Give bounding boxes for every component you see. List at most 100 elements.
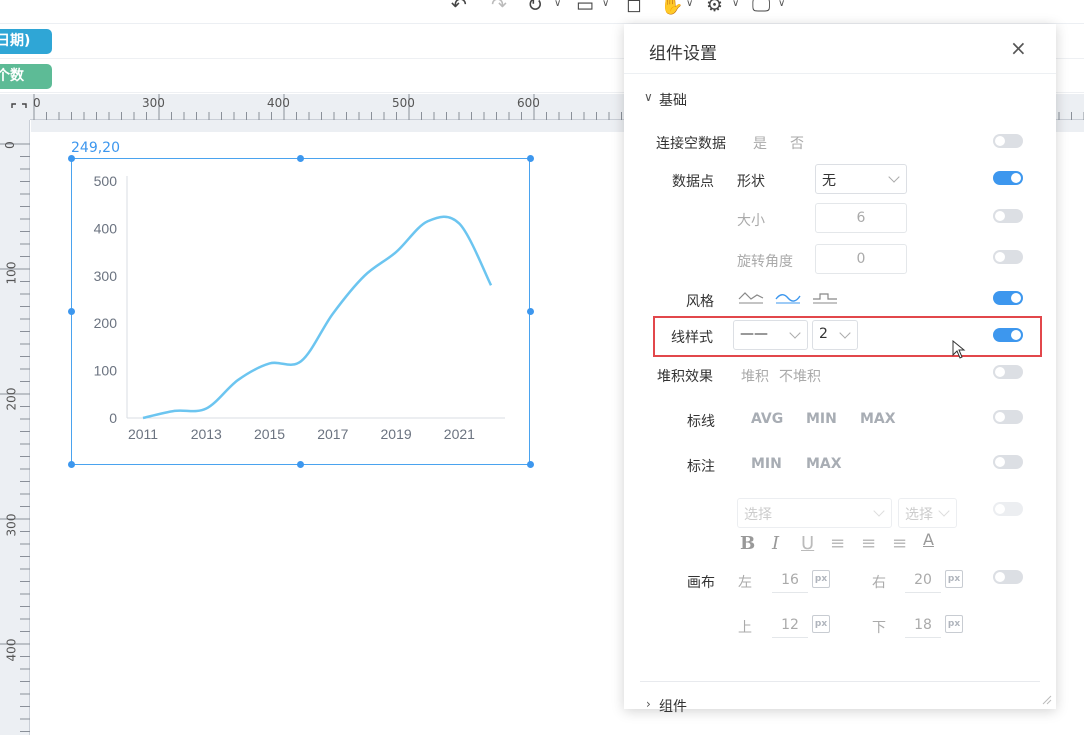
padding-left-input[interactable]: 16 (772, 567, 808, 593)
stack-toggle[interactable] (993, 365, 1023, 379)
ruler-vertical[interactable]: 0 100 200 300 400 (0, 120, 30, 735)
data-point-toggle[interactable] (993, 171, 1023, 185)
font-family-select[interactable]: 选择 (737, 498, 892, 528)
resize-handle[interactable] (297, 461, 304, 468)
field-chip-date[interactable]: 日期) (0, 29, 52, 54)
close-icon[interactable]: × (1010, 36, 1027, 60)
panel-header: 组件设置 × (624, 24, 1056, 74)
save-icon[interactable]: ▭ (576, 0, 594, 16)
padding-top-input[interactable]: 12 (772, 612, 808, 638)
font-family-placeholder: 选择 (744, 507, 772, 523)
line-type-select[interactable]: —— (733, 320, 808, 350)
section-component[interactable]: 组件 (659, 696, 687, 716)
toolbar: ↶ ↷ ↻ ∨ ▭ ∨ ◻ ✋ ∨ ⚙ ∨ 🖵 ∨ (0, 0, 1084, 24)
resize-handle[interactable] (527, 155, 534, 162)
mark-point-min-button[interactable]: MIN (751, 456, 782, 472)
line-style-toggle[interactable] (993, 328, 1023, 342)
mark-line-toggle[interactable] (993, 410, 1023, 424)
resize-handle[interactable] (527, 461, 534, 468)
refresh-icon[interactable]: ↻ (527, 0, 543, 16)
chevron-down-icon[interactable]: ∨ (686, 0, 693, 9)
ruler-corner[interactable] (0, 94, 30, 120)
style-label: 风格 (686, 294, 714, 310)
underline-button[interactable]: U (801, 533, 814, 554)
mark-line-avg-button[interactable]: AVG (751, 411, 783, 427)
rotate-toggle[interactable] (993, 250, 1023, 264)
align-left-button[interactable]: ≡ (830, 533, 845, 554)
chevron-down-icon[interactable]: ∨ (602, 0, 609, 9)
ruler-label: 200 (4, 387, 19, 411)
option-yes[interactable]: 是 (753, 133, 767, 153)
ruler-label: 300 (142, 96, 165, 110)
ruler-label: 400 (267, 96, 290, 110)
undo-icon[interactable]: ↶ (451, 0, 467, 16)
style-smooth-icon[interactable] (775, 289, 801, 305)
style-step-icon[interactable] (812, 289, 838, 305)
italic-button[interactable]: I (772, 533, 779, 554)
chevron-down-icon (873, 505, 885, 517)
preview-icon[interactable]: ◻ (626, 0, 642, 16)
chevron-down-icon[interactable]: ∨ (644, 90, 653, 104)
rotate-label: 旋转角度 (737, 254, 793, 270)
x-tick-label: 2019 (381, 426, 412, 442)
chevron-down-icon[interactable]: ∨ (554, 0, 561, 9)
x-tick-label: 2021 (444, 426, 475, 442)
chevron-down-icon[interactable]: ∨ (732, 0, 739, 9)
x-tick-label: 2017 (317, 426, 348, 442)
align-right-button[interactable]: ≡ (892, 533, 907, 554)
mark-point-toggle[interactable] (993, 455, 1023, 469)
resize-handle[interactable] (297, 155, 304, 162)
stack-label: 堆积效果 (657, 369, 713, 385)
resize-grip-icon[interactable] (1042, 695, 1052, 705)
option-stack[interactable]: 堆积 (741, 366, 769, 386)
font-color-button[interactable]: A (923, 530, 934, 549)
section-basic[interactable]: 基础 (659, 90, 687, 110)
line-style-label: 线样式 (671, 330, 713, 346)
ruler-label: 0 (33, 96, 41, 110)
chevron-down-icon[interactable]: ∨ (778, 0, 785, 9)
ruler-label: 300 (4, 513, 19, 537)
padding-bottom-input[interactable]: 18 (905, 612, 941, 638)
padding-bottom-label: 下 (872, 620, 886, 636)
ruler-label: 100 (4, 261, 19, 285)
y-tick-label: 0 (109, 410, 117, 426)
padding-right-input[interactable]: 20 (905, 567, 941, 593)
resize-handle[interactable] (68, 461, 75, 468)
y-tick-label: 400 (94, 220, 118, 236)
resize-handle[interactable] (68, 308, 75, 315)
ruler-label: 0 (2, 141, 17, 149)
mark-line-max-button[interactable]: MAX (860, 411, 896, 427)
chevron-down-icon (789, 327, 801, 339)
line-width-select[interactable]: 2 (812, 320, 858, 350)
size-toggle[interactable] (993, 209, 1023, 223)
shape-select-value: 无 (822, 173, 836, 189)
mark-line-min-button[interactable]: MIN (806, 411, 837, 427)
connect-null-toggle[interactable] (993, 134, 1023, 148)
x-tick-label: 2011 (128, 426, 158, 442)
style-toggle[interactable] (993, 291, 1023, 305)
label-toggle[interactable] (993, 502, 1023, 516)
font-size-select[interactable]: 选择 (898, 498, 957, 528)
style-straight-icon[interactable] (738, 289, 764, 305)
align-center-button[interactable]: ≡ (861, 533, 876, 554)
mark-point-max-button[interactable]: MAX (806, 456, 842, 472)
canvas-toggle[interactable] (993, 570, 1023, 584)
position-label: 249,20 (71, 140, 120, 156)
monitor-icon[interactable]: 🖵 (752, 0, 770, 16)
resize-handle[interactable] (527, 308, 534, 315)
redo-icon[interactable]: ↷ (491, 0, 507, 16)
option-no-stack[interactable]: 不堆积 (779, 366, 821, 386)
ruler-label: 600 (517, 96, 540, 110)
hand-icon[interactable]: ✋ (660, 0, 684, 16)
chevron-right-icon[interactable]: › (646, 697, 651, 711)
bold-button[interactable]: B (740, 533, 755, 554)
resize-handle[interactable] (68, 155, 75, 162)
option-no[interactable]: 否 (790, 133, 804, 153)
settings-icon[interactable]: ⚙ (706, 0, 723, 16)
mark-line-label: 标线 (687, 414, 715, 430)
shape-select[interactable]: 无 (815, 164, 907, 194)
field-chip-count[interactable]: 个数 (0, 64, 52, 89)
rotate-input[interactable]: 0 (815, 244, 907, 274)
size-input[interactable]: 6 (815, 203, 907, 233)
chart-widget[interactable]: 0 100 200 300 400 500 2011 2013 2015 2017 2019 2021 (71, 158, 530, 465)
